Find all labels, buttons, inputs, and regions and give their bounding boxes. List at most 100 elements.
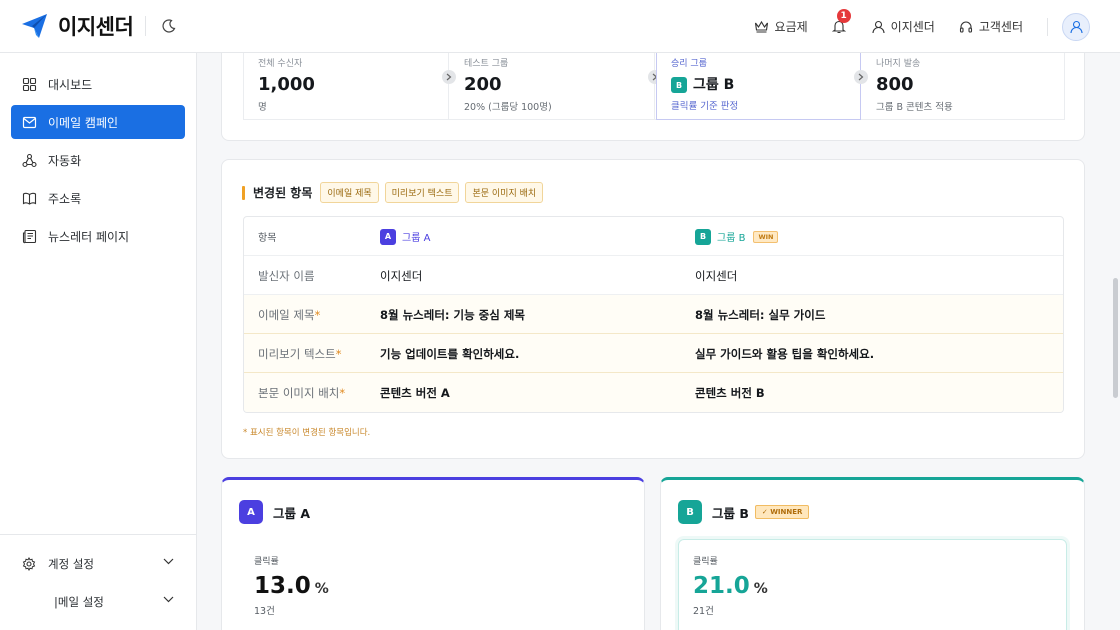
account-name: 이지센더 (890, 20, 935, 34)
flow-test-label: 테스트 그룹 (464, 59, 509, 69)
pricing-link[interactable]: 요금제 (754, 18, 808, 35)
avatar-user-icon (1069, 20, 1083, 33)
group-b-card: B 그룹 B ✓ WINNER 클릭률 21.0% 21건 (660, 477, 1085, 630)
row-label: 미리보기 텍스트 * (258, 334, 341, 373)
sidebar-item-label: 대시보드 (48, 77, 93, 92)
group-a-card: A 그룹 A 클릭률 13.0% 13건 (221, 477, 645, 630)
app-root: 이지센더 요금제 1 이지센더 고객센터 대시보드 이메일 캠페인 자동화 주소… (0, 0, 1120, 630)
metric-value: 21.0 (693, 573, 750, 599)
row-label: 본문 이미지 배치 * (258, 373, 345, 412)
group-b-header: B 그룹 B ✓ WINNER (678, 500, 810, 524)
group-b-badge: B (695, 228, 711, 245)
account-menu[interactable]: 이지센더 (872, 18, 935, 35)
changed-tag: 미리보기 텍스트 (384, 182, 460, 203)
sidebar-item-dashboard[interactable]: 대시보드 (11, 67, 185, 101)
sidebar-account-settings[interactable]: 계정 설정 (22, 553, 178, 575)
dark-mode-toggle[interactable] (160, 17, 178, 35)
notification-button[interactable]: 1 (831, 8, 851, 35)
main-content: 전체 수신자 1,000 명 테스트 그룹 200 20% (그룹당 100명)… (197, 53, 1120, 630)
flow-winner-value-row: B 그룹 B (671, 74, 846, 94)
crown-icon (754, 20, 768, 33)
table-row: 발신자 이름 이지센더 이지센더 (244, 256, 1063, 295)
sidebar-item-email-campaign[interactable]: 이메일 캠페인 (11, 105, 185, 139)
table-row: 이메일 제목 * 8월 뉴스레터: 기능 중심 제목 8월 뉴스레터: 실무 가이… (244, 295, 1063, 334)
group-a-badge: A (239, 500, 263, 524)
metric-unit: % (314, 581, 329, 597)
header-divider (145, 16, 147, 36)
flow-test-sub: 20% (그룹당 100명) (464, 102, 552, 113)
moon-icon (162, 19, 176, 33)
avatar[interactable] (1062, 12, 1090, 41)
changed-star: * (335, 346, 342, 361)
row-value-b: 콘텐츠 버전 B (695, 385, 765, 400)
mail-icon (22, 116, 37, 128)
sidebar-item-automation[interactable]: 자동화 (11, 143, 185, 177)
changed-items-title: 변경된 항목 (253, 186, 313, 200)
flow-rest-sub: 그룹 B 콘텐츠 적용 (876, 102, 953, 113)
row-label-text: 미리보기 텍스트 (258, 346, 336, 361)
sidebar-item-label: 이메일 캠페인 (48, 115, 119, 130)
changed-items-card: 변경된 항목 이메일 제목 미리보기 텍스트 본문 이미지 배치 항목 A 그룹 … (221, 159, 1085, 459)
notification-badge: 1 (836, 8, 851, 23)
row-value-a: 기능 업데이트를 확인하세요. (380, 346, 520, 361)
flow-winner-sub: 클릭률 기준 판정 (671, 101, 739, 112)
row-value-b: 실무 가이드와 활용 팁을 확인하세요. (695, 346, 875, 361)
scrollbar-thumb[interactable] (1113, 278, 1118, 398)
flow-winner-value: 그룹 B (693, 77, 735, 93)
user-icon (872, 20, 885, 33)
headset-icon (959, 21, 972, 33)
flow-rest: 나머지 발송 800 그룹 B 콘텐츠 적용 (862, 53, 1065, 120)
logo-text: 이지센더 (58, 15, 134, 39)
book-icon (22, 192, 37, 205)
metric-value: 13.0 (254, 573, 311, 599)
comparison-table: 항목 A 그룹 A B 그룹 B WIN 발신자 이름 이지센더 이지센더 이메일 … (243, 216, 1064, 413)
metric-value-row: 21.0% (693, 573, 768, 599)
paper-plane-logo-icon (22, 14, 47, 38)
logo[interactable]: 이지센더 (20, 11, 134, 41)
row-label-text: 발신자 이름 (258, 268, 315, 283)
col-group-b-header: B 그룹 B WIN (695, 217, 779, 256)
metric-value-row: 13.0% (254, 573, 329, 599)
sidebar-item-label: 자동화 (48, 153, 82, 168)
sidebar: 대시보드 이메일 캠페인 자동화 주소록 뉴스레터 페이지 계정 설정 |메일 … (0, 53, 197, 630)
metric-count: 21건 (693, 606, 714, 617)
changed-tag: 이메일 제목 (320, 182, 379, 203)
flow-test: 테스트 그룹 200 20% (그룹당 100명) (450, 53, 655, 120)
col-group-b-label: 그룹 B (717, 233, 746, 244)
group-a-header: A 그룹 A (239, 500, 310, 524)
automation-icon (22, 153, 37, 167)
col-item-header: 항목 (258, 233, 277, 244)
changed-items-note: * 표시된 항목이 변경된 항목입니다. (243, 428, 371, 438)
changed-star: * (314, 307, 321, 322)
flow-rest-value: 800 (876, 74, 914, 95)
sidebar-setting-label: |메일 설정 (54, 595, 104, 609)
flow-total-label: 전체 수신자 (258, 59, 303, 69)
changed-star: * (339, 385, 346, 400)
winner-badge: ✓ WINNER (754, 505, 810, 519)
metric-label: 클릭률 (254, 557, 279, 567)
group-a-badge: A (380, 228, 396, 245)
group-b-name: 그룹 B (712, 505, 749, 521)
metric-count: 13건 (254, 606, 275, 617)
flow-test-value: 200 (464, 74, 502, 95)
row-value-a: 콘텐츠 버전 A (380, 385, 450, 400)
col-group-a-label: 그룹 A (402, 233, 431, 244)
table-header-row: 항목 A 그룹 A B 그룹 B WIN (244, 217, 1063, 256)
sidebar-mail-settings[interactable]: |메일 설정 (22, 591, 178, 613)
sidebar-item-address-book[interactable]: 주소록 (11, 181, 185, 215)
ab-flow-card: 전체 수신자 1,000 명 테스트 그룹 200 20% (그룹당 100명)… (221, 53, 1085, 141)
row-value-a: 8월 뉴스레터: 기능 중심 제목 (380, 307, 525, 322)
group-b-badge: B (671, 77, 687, 93)
chevron-down-icon (163, 558, 174, 565)
header-actions: 요금제 1 이지센더 고객센터 (754, 0, 1120, 53)
support-link[interactable]: 고객센터 (959, 18, 1023, 35)
newsletter-icon (22, 229, 37, 243)
support-label: 고객센터 (978, 20, 1023, 34)
changed-tag: 본문 이미지 배치 (465, 182, 544, 203)
sidebar-item-newsletter-page[interactable]: 뉴스레터 페이지 (11, 219, 185, 253)
flow-total: 전체 수신자 1,000 명 (244, 53, 449, 120)
top-header: 이지센더 요금제 1 이지센더 고객센터 (0, 0, 1120, 53)
table-row: 본문 이미지 배치 * 콘텐츠 버전 A 콘텐츠 버전 B (244, 373, 1063, 412)
flow-total-value: 1,000 (258, 74, 315, 95)
flow-winner-label: 승리 그룹 (671, 59, 707, 69)
